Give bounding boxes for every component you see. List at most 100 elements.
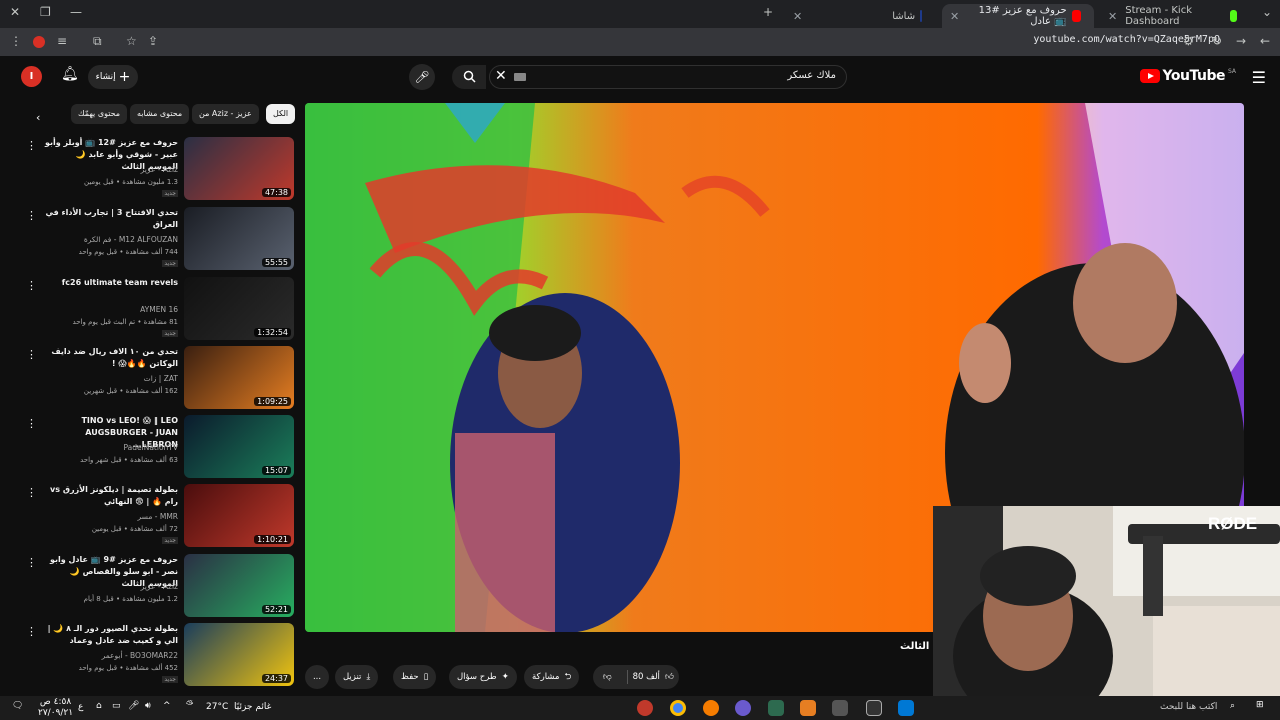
close-window-icon[interactable]: ✕ xyxy=(10,5,20,19)
mic-icon[interactable]: 🎤︎ xyxy=(128,701,139,711)
monitor-icon[interactable]: ▭ xyxy=(112,701,121,711)
clear-search-icon[interactable]: ✕ xyxy=(495,68,507,84)
more-vert-icon[interactable]: ⋮ xyxy=(26,279,37,292)
windows-start-icon[interactable]: ⊞ xyxy=(1256,700,1264,710)
video-title[interactable]: بطولة تحدي الصيور دور الـ ٨ 🌙 | الي و كع… xyxy=(44,623,178,647)
close-tab-icon[interactable]: ✕ xyxy=(1108,10,1117,23)
video-thumbnail[interactable]: 15:07 xyxy=(184,415,294,478)
tab-kick-dashboard[interactable]: ✕ Stream - Kick Dashboard xyxy=(1100,4,1250,28)
youtube-logo[interactable]: YouTube SA xyxy=(1139,68,1236,84)
video-title[interactable]: fc26 ultimate team revels xyxy=(44,277,178,289)
maximize-window-icon[interactable]: ❐ xyxy=(40,5,51,19)
share-button[interactable]: مشاركة ⮌ xyxy=(524,665,580,689)
save-button[interactable]: حفظ ▯ xyxy=(393,665,437,689)
voice-search-mic-icon[interactable]: 🎤︎ xyxy=(409,64,435,90)
channel-name[interactable]: AYMEN 16 xyxy=(44,305,178,314)
taskbar-search-icon[interactable]: ⌕ xyxy=(1230,701,1235,711)
video-title[interactable]: تحدي من ١٠ الاف ريال ضد دايف الوكاتن 🔥🔥😱… xyxy=(44,346,178,370)
volume-icon[interactable]: 🔊︎ xyxy=(145,701,151,711)
video-title[interactable]: تحدي الافتتاح 3 | تجارب الأداء في العراق xyxy=(44,207,178,231)
tab-shasha[interactable]: ✕ شاشا xyxy=(785,4,935,28)
recommendation-item[interactable]: 24:37 بطولة تحدي الصيور دور الـ ٨ 🌙 | ال… xyxy=(26,623,296,687)
app-icon-7[interactable] xyxy=(832,700,848,716)
chips-scroll-left-icon[interactable]: ‹ xyxy=(36,111,40,124)
close-tab-icon[interactable]: ✕ xyxy=(950,10,959,23)
tray-chevron-icon[interactable]: ^ xyxy=(163,701,171,711)
app-icon-6[interactable] xyxy=(800,700,816,716)
new-tab-button[interactable]: + xyxy=(763,5,773,19)
hamburger-menu-icon[interactable]: ☰ xyxy=(1252,68,1266,87)
video-thumbnail[interactable]: 47:38 xyxy=(184,137,294,200)
bookmark-star-icon[interactable]: ☆ xyxy=(126,34,137,48)
more-vert-icon[interactable]: ⋮ xyxy=(26,209,37,222)
like-icon[interactable]: 👍︎ xyxy=(665,665,674,689)
minimize-window-icon[interactable]: — xyxy=(70,5,82,19)
keyboard-icon[interactable] xyxy=(514,73,526,81)
more-vert-icon[interactable]: ⋮ xyxy=(26,417,37,430)
recommendation-item[interactable]: 55:55 تحدي الافتتاح 3 | تجارب الأداء في … xyxy=(26,207,296,271)
video-thumbnail[interactable]: 1:10:21 xyxy=(184,484,294,547)
input-language[interactable]: ع xyxy=(78,702,83,712)
ask-button[interactable]: طرح سؤال ✦ xyxy=(449,665,517,689)
app-icon-1[interactable] xyxy=(637,700,653,716)
tab-youtube-active[interactable]: ✕ حروف مع عزيز #13 📺 عادل xyxy=(942,4,1094,28)
app-icon-5[interactable] xyxy=(768,700,784,716)
app-icon-8[interactable] xyxy=(866,700,882,716)
reload-icon[interactable]: ↻ xyxy=(1212,34,1222,48)
video-thumbnail[interactable]: 52:21 xyxy=(184,554,294,617)
menu-dots-icon[interactable]: ⋮ xyxy=(10,34,22,48)
more-actions-button[interactable]: ... xyxy=(305,665,329,689)
search-button[interactable] xyxy=(452,65,486,89)
tab-search-icon[interactable]: ⌄ xyxy=(1262,5,1272,19)
chrome-icon[interactable] xyxy=(670,700,686,716)
recommendation-item[interactable]: 52:21 حروف مع عزيز #9 📺 عادل وابو نصر - … xyxy=(26,554,296,618)
forward-icon[interactable]: → xyxy=(1236,34,1246,48)
chip-related[interactable]: محتوى مشابه xyxy=(130,104,190,124)
weather-temp[interactable]: 27°C xyxy=(206,702,228,712)
channel-name[interactable]: Aziz - عزيز xyxy=(44,582,178,591)
more-vert-icon[interactable]: ⋮ xyxy=(26,556,37,569)
more-vert-icon[interactable]: ⋮ xyxy=(26,486,37,499)
create-button[interactable]: إنشاء + xyxy=(88,65,138,89)
recommendation-item[interactable]: 1:10:21 بطولة تصيمة | ديلكونز الأزرق vs … xyxy=(26,484,296,548)
app-icon-3[interactable] xyxy=(703,700,719,716)
back-icon[interactable]: ← xyxy=(1260,34,1270,48)
recommendation-item[interactable]: 1:32:54 fc26 ultimate team revels AYMEN … xyxy=(26,277,296,341)
more-vert-icon[interactable]: ⋮ xyxy=(26,625,37,638)
weather-text[interactable]: غائم جزئيًا xyxy=(234,702,271,712)
channel-name[interactable]: MMR - مسر xyxy=(44,512,178,521)
dislike-icon[interactable]: 👎︎ xyxy=(603,665,612,689)
download-button[interactable]: تنزيل ⤓ xyxy=(335,665,379,689)
share-page-icon[interactable]: ⇪ xyxy=(148,34,158,48)
more-vert-icon[interactable]: ⋮ xyxy=(26,348,37,361)
notifications-icon[interactable]: 🗨︎ xyxy=(12,701,23,711)
close-tab-icon[interactable]: ✕ xyxy=(793,10,802,23)
channel-name[interactable]: BO3OMAR22 - أبوعمر xyxy=(44,651,178,660)
more-vert-icon[interactable]: ⋮ xyxy=(26,139,37,152)
chip-from-aziz[interactable]: من Aziz - عزيز xyxy=(192,104,259,124)
chip-for-you[interactable]: محتوى يهمّك xyxy=(71,104,128,124)
outlook-icon[interactable] xyxy=(898,700,914,716)
video-thumbnail[interactable]: 1:09:25 xyxy=(184,346,294,409)
playlist-icon[interactable]: ≡ xyxy=(57,34,67,48)
network-icon[interactable]: ⌂ xyxy=(96,701,102,711)
recommendation-item[interactable]: 1:09:25 تحدي من ١٠ الاف ريال ضد دايف الو… xyxy=(26,346,296,410)
account-avatar[interactable]: I xyxy=(21,66,42,87)
clock[interactable]: ٤:٥٨ ص ٢٧/٠٩/٢١ xyxy=(38,697,73,719)
video-title[interactable]: بطولة تصيمة | ديلكونز الأزرق vs رام 🔥 | … xyxy=(44,484,178,508)
channel-name[interactable]: M12 ALFOUZAN - فم الكرة xyxy=(44,235,178,244)
profile-icon[interactable] xyxy=(33,36,45,48)
recommendation-item[interactable]: 15:07 TINO vs LEO! 😱 ‖ LEO AUGSBURGER - … xyxy=(26,415,296,479)
recommendation-item[interactable]: 47:38 حروف مع عزيز #12 📺 أوبلز وأبو عبير… xyxy=(26,137,296,201)
video-thumbnail[interactable]: 55:55 xyxy=(184,207,294,270)
app-icon-4[interactable] xyxy=(735,700,751,716)
search-input[interactable]: ✕ ملاك عسكر xyxy=(489,65,847,89)
channel-name[interactable]: Aziz - عزيز xyxy=(44,165,178,174)
site-settings-icon[interactable]: ⚙ xyxy=(1183,34,1194,48)
channel-name[interactable]: ZAT | زات xyxy=(44,374,178,383)
notifications-bell-icon[interactable]: 🔔︎ xyxy=(61,66,79,82)
chip-all[interactable]: الكل xyxy=(266,104,296,124)
channel-name[interactable]: PadelNationTV xyxy=(44,443,178,452)
video-thumbnail[interactable]: 1:32:54 xyxy=(184,277,294,340)
extensions-icon[interactable]: ⧉ xyxy=(93,34,102,49)
